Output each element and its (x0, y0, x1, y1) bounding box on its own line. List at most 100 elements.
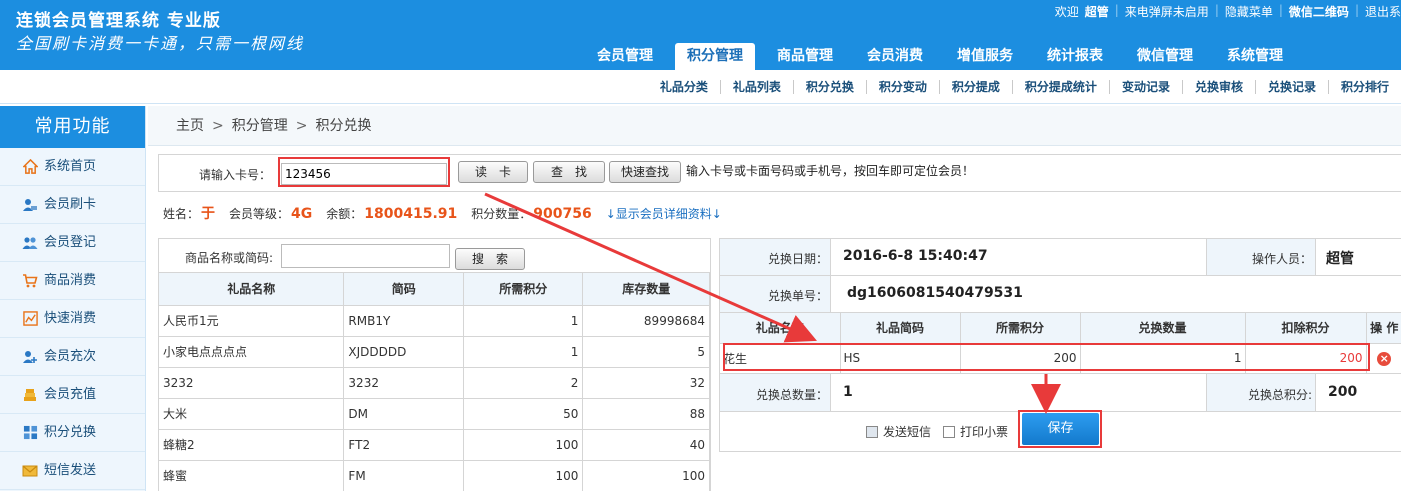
nav-member-management[interactable]: 会员管理 (585, 43, 665, 70)
send-sms-checkbox[interactable]: 发送短信 (866, 423, 931, 440)
subnav-exchange-records[interactable]: 兑换记录 (1254, 80, 1328, 94)
exchange-total-row: 兑换总数量： 1 兑换总积分: 200 (720, 374, 1401, 412)
nav-member-consumption[interactable]: 会员消费 (855, 43, 935, 70)
col-stock: 库存数量 (582, 273, 710, 306)
grid-icon (22, 425, 38, 441)
nav-wechat[interactable]: 微信管理 (1125, 43, 1205, 70)
checkbox-box (943, 425, 955, 438)
mail-icon (22, 463, 38, 479)
gift-stock: 32 (582, 367, 710, 399)
subnav-points-exchange[interactable]: 积分兑换 (792, 80, 866, 94)
send-sms-label: 发送短信 (883, 425, 932, 439)
sidebar-item-sms[interactable]: 短信发送 (0, 452, 145, 490)
top-links: 欢迎 超管 | 来电弹屏未启用 | 隐藏菜单 | 微信二维码 | 退出系 (1049, 3, 1401, 20)
subnav-exchange-review[interactable]: 兑换审核 (1181, 80, 1255, 94)
breadcrumb-current: 积分兑换 (315, 118, 372, 134)
gift-code: FT2 (343, 429, 465, 461)
table-row[interactable]: 小家电点点点点 XJDDDDD 1 5 (159, 336, 710, 368)
col-required-points: 所需积分 (463, 273, 584, 306)
gift-points: 100 (463, 460, 584, 491)
card-number-label: 请输入卡号： (199, 168, 272, 182)
breadcrumb-points[interactable]: 积分管理 (232, 118, 288, 134)
gift-stock: 88 (582, 398, 710, 430)
total-qty-label: 兑换总数量： (755, 388, 828, 402)
table-row[interactable]: 蜂糖2 FT2 100 40 (159, 429, 710, 461)
gift-stock: 5 (582, 336, 710, 368)
member-points: 900756 (533, 206, 592, 222)
name-label: 姓名： (163, 207, 200, 221)
gift-points: 100 (463, 429, 584, 461)
gift-points: 2 (463, 367, 584, 399)
gift-code: DM (343, 398, 465, 430)
sidebar-item-member-recharge-times[interactable]: 会员充次 (0, 338, 145, 376)
find-button[interactable]: 查 找 (533, 161, 605, 183)
home-icon (22, 159, 38, 175)
sidebar-item-label: 积分兑换 (44, 424, 97, 440)
gift-search-button[interactable]: 搜 索 (455, 248, 525, 270)
nav-points-management[interactable]: 积分管理 (675, 43, 755, 70)
sidebar-item-quick-consumption[interactable]: 快速消费 (0, 300, 145, 338)
breadcrumb-home[interactable]: 主页 (176, 118, 204, 134)
show-member-detail-link[interactable]: ↓显示会员详细资料↓ (606, 205, 722, 222)
gift-list-panel: 商品名称或简码: 搜 索 礼品名称 简码 所需积分 库存数量 人民币1元 RMB… (158, 238, 711, 491)
subnav-points-commission[interactable]: 积分提成 (938, 80, 1012, 94)
exchange-order-row: 兑换单号： dg1606081540479531 (720, 276, 1401, 313)
delete-icon[interactable]: × (1377, 351, 1392, 366)
col-gift-code: 礼品简码 (840, 313, 961, 344)
subnav-gift-category[interactable]: 礼品分类 (648, 80, 720, 94)
hide-menu-link[interactable]: 隐藏菜单 (1219, 3, 1279, 20)
gift-code: 3232 (343, 367, 465, 399)
member-name: 于 (201, 206, 216, 222)
subnav-commission-stats[interactable]: 积分提成统计 (1011, 80, 1109, 94)
gift-name: 大米 (159, 398, 345, 430)
balance-label: 余额： (326, 207, 363, 221)
sidebar-item-label: 会员充次 (44, 348, 97, 364)
sidebar-item-points-exchange[interactable]: 积分兑换 (0, 414, 145, 452)
nav-product-management[interactable]: 商品管理 (765, 43, 845, 70)
subnav-gift-list[interactable]: 礼品列表 (719, 80, 793, 94)
gift-search-label: 商品名称或简码: (185, 251, 274, 265)
gift-name: 小家电点点点点 (159, 336, 345, 368)
gift-search-input[interactable] (281, 244, 450, 268)
breadcrumb: 主页 > 积分管理 > 积分兑换 (148, 106, 1401, 146)
action-cell: × (1366, 343, 1401, 374)
sidebar-item-home[interactable]: 系统首页 (0, 148, 145, 186)
exchange-date: 2016-6-8 15:40:47 (843, 248, 988, 264)
subnav-change-records[interactable]: 变动记录 (1108, 80, 1182, 94)
chart-icon (22, 311, 38, 327)
total-qty: 1 (843, 384, 853, 400)
table-row[interactable]: 人民币1元 RMB1Y 1 89998684 (159, 305, 710, 337)
table-row[interactable]: 蜂蜜 FM 100 100 (159, 460, 710, 491)
print-receipt-checkbox[interactable]: 打印小票 (943, 423, 1008, 440)
order-number: dg1606081540479531 (847, 285, 1023, 301)
table-row[interactable]: 大米 DM 50 88 (159, 398, 710, 430)
sidebar-item-member-recharge[interactable]: 会员充值 (0, 376, 145, 414)
exchange-table-header: 礼品名称 礼品简码 所需积分 兑换数量 扣除积分 操 作 (720, 313, 1401, 344)
main-nav: 会员管理 积分管理 商品管理 会员消费 增值服务 统计报表 微信管理 系统管理 (585, 43, 1305, 70)
nav-system[interactable]: 系统管理 (1215, 43, 1295, 70)
subnav-points-ranking[interactable]: 积分排行 (1327, 80, 1401, 94)
subnav-points-change[interactable]: 积分变动 (865, 80, 939, 94)
nav-value-added[interactable]: 增值服务 (945, 43, 1025, 70)
read-card-button[interactable]: 读 卡 (458, 161, 528, 183)
nav-reports[interactable]: 统计报表 (1035, 43, 1115, 70)
sidebar-item-member-swipe[interactable]: 会员刷卡 (0, 186, 145, 224)
logout-link[interactable]: 退出系 (1359, 3, 1401, 20)
operator-name: 超管 (1326, 251, 1354, 267)
sidebar-title: 常用功能 (0, 106, 145, 148)
user-card-icon (22, 197, 38, 213)
gift-name: 人民币1元 (159, 305, 345, 337)
sidebar-item-label: 系统首页 (44, 158, 97, 174)
gift-name: 蜂蜜 (159, 460, 345, 491)
level-label: 会员等级： (229, 207, 290, 221)
sidebar-item-label: 快速消费 (44, 310, 97, 326)
sidebar-item-member-register[interactable]: 会员登记 (0, 224, 145, 262)
quick-find-button[interactable]: 快速查找 (609, 161, 681, 183)
wechat-qrcode-link[interactable]: 微信二维码 (1283, 3, 1355, 20)
col-required-points: 所需积分 (960, 313, 1081, 344)
caller-popup-link[interactable]: 来电弹屏未启用 (1119, 3, 1215, 20)
table-row[interactable]: 3232 3232 2 32 (159, 367, 710, 399)
sidebar-item-product-consumption[interactable]: 商品消费 (0, 262, 145, 300)
app-title: 连锁会员管理系统 专业版 (16, 11, 221, 31)
points-label: 积分数量： (471, 207, 532, 221)
